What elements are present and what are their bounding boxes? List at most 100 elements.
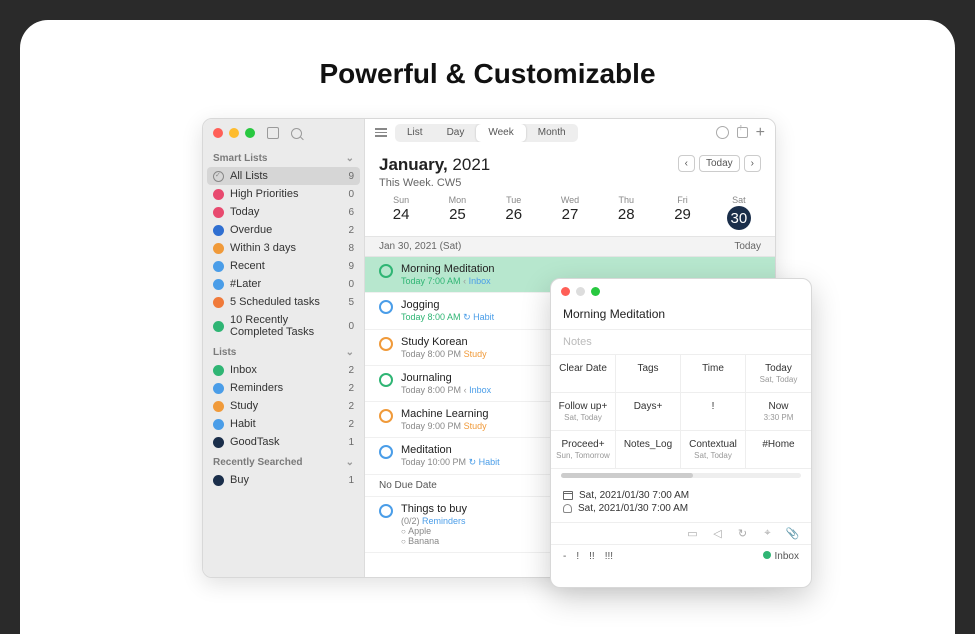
- list-color-icon: [213, 261, 224, 272]
- sidebar-item[interactable]: Inbox2: [203, 361, 364, 379]
- section-lists[interactable]: Lists ⌄: [203, 341, 364, 361]
- share-icon[interactable]: [737, 127, 748, 138]
- sidebar-item[interactable]: Today6: [203, 203, 364, 221]
- quick-action-cell[interactable]: Tags: [616, 355, 681, 393]
- due-date-row[interactable]: Sat, 2021/01/30 7:00 AM: [563, 490, 799, 501]
- date-bar-right: Today: [734, 241, 761, 252]
- sidebar-toggle-icon[interactable]: [267, 127, 279, 139]
- priority-high[interactable]: !!!: [605, 551, 613, 562]
- view-tab-day[interactable]: Day: [435, 124, 477, 142]
- sidebar-item-count: 0: [348, 279, 354, 290]
- list-color-icon: [213, 189, 224, 200]
- sidebar-item[interactable]: Recent9: [203, 257, 364, 275]
- sync-icon[interactable]: [716, 126, 729, 139]
- day-number: 29: [654, 206, 710, 223]
- calendar-icon[interactable]: ▭: [686, 527, 699, 540]
- close-icon[interactable]: [213, 128, 223, 138]
- sidebar-item-count: 2: [348, 401, 354, 412]
- priority-dash[interactable]: -: [563, 551, 566, 562]
- task-checkbox[interactable]: [379, 373, 393, 387]
- day-column[interactable]: Sat30: [711, 195, 767, 230]
- sidebar-item-label: #Later: [230, 278, 261, 290]
- sidebar-item-count: 0: [348, 189, 354, 200]
- quick-action-cell[interactable]: Now3:30 PM: [746, 393, 811, 431]
- quick-action-cell[interactable]: Proceed+Sun, Tomorrow: [551, 431, 616, 469]
- sidebar-item[interactable]: #Later 0: [203, 275, 364, 293]
- repeat-icon[interactable]: ↻: [736, 527, 749, 540]
- sidebar-item[interactable]: Buy1: [203, 471, 364, 489]
- quick-action-cell[interactable]: ContextualSat, Today: [681, 431, 746, 469]
- day-column[interactable]: Sun24: [373, 195, 429, 230]
- day-column[interactable]: Thu28: [598, 195, 654, 230]
- sidebar-item[interactable]: Overdue2: [203, 221, 364, 239]
- day-column[interactable]: Wed27: [542, 195, 598, 230]
- day-number: 28: [598, 206, 654, 223]
- page-headline: Powerful & Customizable: [20, 58, 955, 90]
- quick-action-cell[interactable]: Clear Date: [551, 355, 616, 393]
- quick-action-cell[interactable]: TodaySat, Today: [746, 355, 811, 393]
- add-button[interactable]: +: [756, 125, 765, 141]
- notes-field[interactable]: Notes: [551, 329, 811, 355]
- popup-task-title[interactable]: Morning Meditation: [551, 303, 811, 329]
- horizontal-scrollbar[interactable]: [561, 473, 801, 478]
- search-icon[interactable]: [291, 128, 302, 139]
- zoom-icon[interactable]: [591, 287, 600, 296]
- view-tab-list[interactable]: List: [395, 124, 435, 142]
- quick-action-cell[interactable]: !: [681, 393, 746, 431]
- location-icon[interactable]: ⌖: [761, 527, 774, 540]
- today-button[interactable]: Today: [699, 155, 740, 172]
- sidebar-item[interactable]: GoodTask1: [203, 433, 364, 451]
- quick-action-cell[interactable]: Time: [681, 355, 746, 393]
- section-smart-lists[interactable]: Smart Lists ⌄: [203, 147, 364, 167]
- list-color-icon: [213, 171, 224, 182]
- section-recent[interactable]: Recently Searched ⌄: [203, 451, 364, 471]
- close-icon[interactable]: [561, 287, 570, 296]
- alert-icon[interactable]: ◁: [711, 527, 724, 540]
- quick-action-cell[interactable]: Follow up+Sat, Today: [551, 393, 616, 431]
- priority-low[interactable]: !: [576, 551, 579, 562]
- alert-date-row[interactable]: Sat, 2021/01/30 7:00 AM: [563, 503, 799, 514]
- chevron-down-icon: ⌄: [346, 153, 354, 164]
- next-button[interactable]: ›: [744, 155, 761, 172]
- bell-icon: [563, 504, 572, 513]
- sidebar-item[interactable]: High Priorities0: [203, 185, 364, 203]
- task-checkbox[interactable]: [379, 504, 393, 518]
- sidebar-item[interactable]: All Lists9: [207, 167, 360, 185]
- task-checkbox[interactable]: [379, 264, 393, 278]
- task-checkbox[interactable]: [379, 300, 393, 314]
- sidebar-item[interactable]: Reminders2: [203, 379, 364, 397]
- priority-med[interactable]: !!: [589, 551, 595, 562]
- sidebar: Smart Lists ⌄ All Lists9High Priorities0…: [203, 119, 365, 577]
- quick-action-cell[interactable]: Notes_Log: [616, 431, 681, 469]
- list-selector[interactable]: Inbox: [763, 551, 799, 562]
- calendar-icon: [563, 491, 573, 500]
- sidebar-item[interactable]: Study2: [203, 397, 364, 415]
- popup-action-icons: ▭ ◁ ↻ ⌖ 📎: [551, 522, 811, 544]
- sidebar-item[interactable]: 5 Scheduled tasks5: [203, 293, 364, 311]
- sidebar-item[interactable]: Habit2: [203, 415, 364, 433]
- task-checkbox[interactable]: [379, 337, 393, 351]
- sidebar-item[interactable]: Within 3 days8: [203, 239, 364, 257]
- view-tab-month[interactable]: Month: [526, 124, 578, 142]
- minimize-icon[interactable]: [229, 128, 239, 138]
- menu-icon[interactable]: [375, 128, 387, 137]
- day-column[interactable]: Fri29: [654, 195, 710, 230]
- day-name: Fri: [654, 195, 710, 205]
- attachment-icon[interactable]: 📎: [786, 527, 799, 540]
- quick-action-cell[interactable]: #Home: [746, 431, 811, 469]
- day-number: 27: [542, 206, 598, 223]
- task-checkbox[interactable]: [379, 409, 393, 423]
- view-tab-week[interactable]: Week: [476, 124, 525, 142]
- prev-button[interactable]: ‹: [678, 155, 695, 172]
- task-checkbox[interactable]: [379, 445, 393, 459]
- quick-action-cell[interactable]: Days+: [616, 393, 681, 431]
- section-label: Recently Searched: [213, 457, 303, 468]
- minimize-icon[interactable]: [576, 287, 585, 296]
- zoom-icon[interactable]: [245, 128, 255, 138]
- day-column[interactable]: Tue26: [486, 195, 542, 230]
- section-label: Smart Lists: [213, 153, 267, 164]
- chevron-down-icon: ⌄: [346, 347, 354, 358]
- sidebar-item-count: 6: [348, 207, 354, 218]
- day-column[interactable]: Mon25: [429, 195, 485, 230]
- sidebar-item[interactable]: 10 Recently Completed Tasks0: [203, 311, 364, 341]
